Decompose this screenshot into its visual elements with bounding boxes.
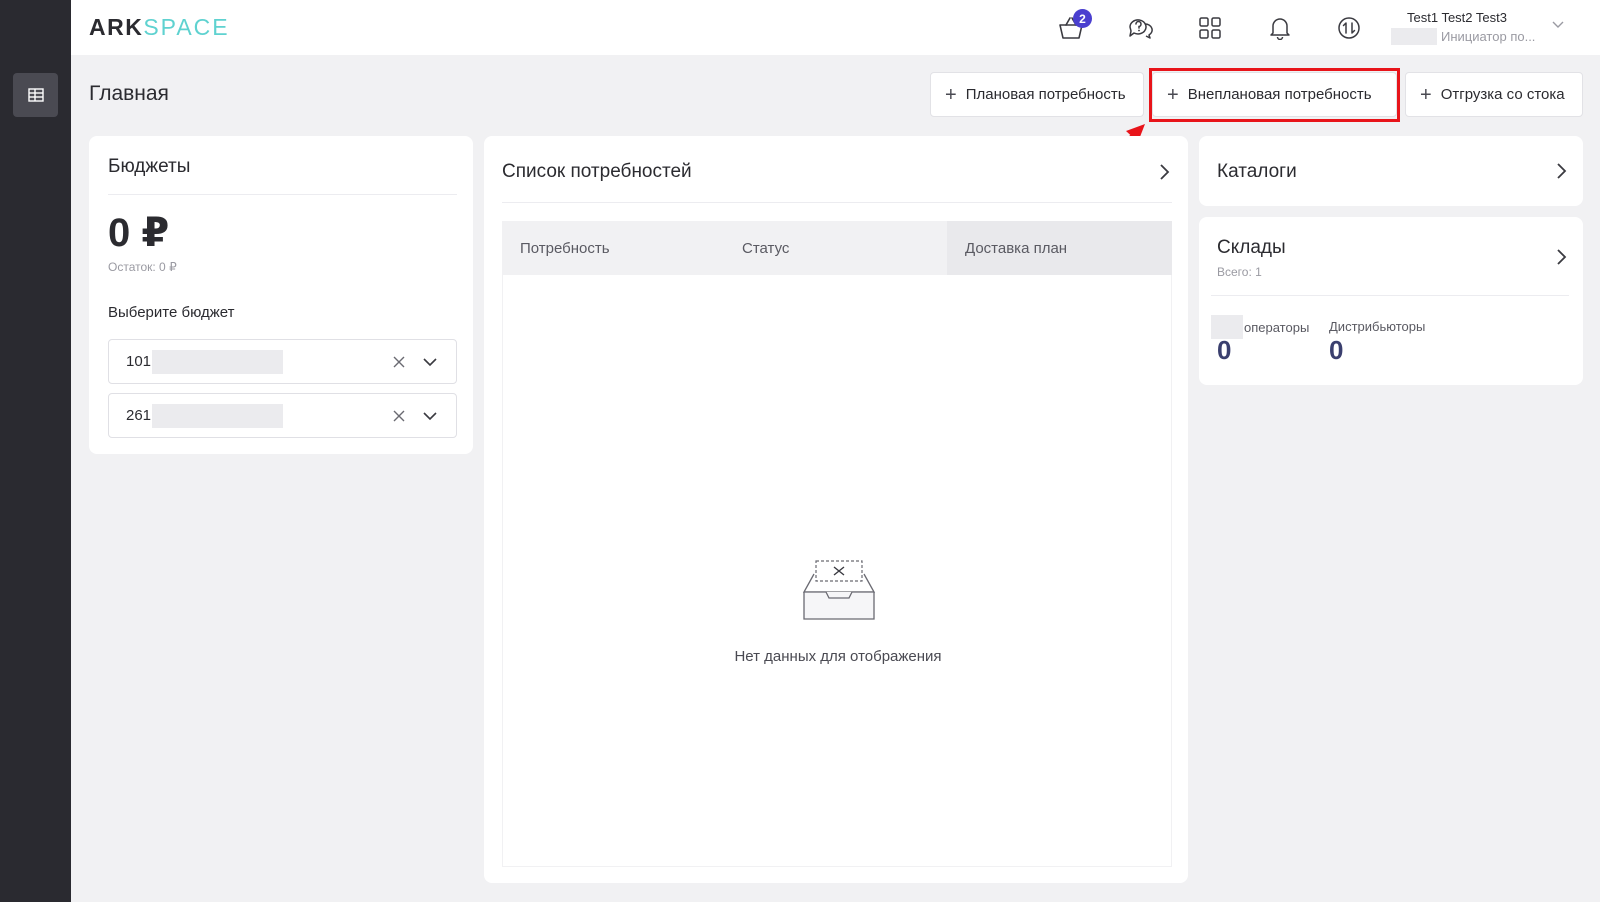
warehouses-total: Всего: 1 [1217,265,1262,279]
page-title: Главная [89,82,169,105]
button-label: Отгрузка со стока [1440,86,1565,103]
add-planned-need-button[interactable]: + Плановая потребность [930,72,1144,117]
user-menu[interactable]: Test1 Test2 Test3 Инициатор по... [1391,10,1561,45]
chat-question-icon [1129,19,1153,39]
logo-text-ark: ARK [89,14,144,40]
warehouses-title: Склады [1217,237,1286,258]
redacted-block [152,349,284,374]
plus-icon: + [1420,83,1432,106]
budget-select-2[interactable]: 261 [108,393,457,438]
stock-shipment-button[interactable]: + Отгрузка со стока [1405,72,1583,117]
catalogs-title: Каталоги [1217,161,1297,182]
empty-state-text: Нет данных для отображения [734,648,942,665]
chevron-right-icon[interactable] [1555,247,1569,267]
divider [502,202,1172,203]
budgets-card: Бюджеты 0 ₽ Остаток: 0 ₽ Выберите бюджет… [89,136,473,454]
stat-label-text: операторы [1244,319,1310,335]
needs-list-card: Список потребностей Потребность Статус Д… [484,136,1188,883]
sidebar-item-dashboard[interactable] [13,73,58,117]
chevron-down-icon[interactable] [1551,20,1565,30]
top-bar: ARKSPACE 2 Test1 Test2 Test3 Инициатор п… [71,0,1600,55]
select-value: 261 [126,407,152,424]
column-header-status[interactable]: Статус [742,221,789,275]
cart-badge: 2 [1073,9,1092,28]
budgets-title: Бюджеты [108,156,191,177]
needs-list-title: Список потребностей [502,161,692,182]
table-icon [27,88,44,102]
chevron-right-icon[interactable] [1555,161,1569,181]
sidebar [0,0,71,902]
user-role: Инициатор по... [1441,29,1536,44]
apps-button[interactable] [1195,13,1225,43]
catalogs-card[interactable]: Каталоги [1199,136,1583,206]
stat-label-distributors: Дистрибьюторы [1329,319,1426,334]
chevron-down-icon[interactable] [421,407,439,425]
notifications-button[interactable] [1265,13,1295,43]
bell-icon [1270,18,1290,40]
table-body: Нет данных для отображения [502,275,1172,867]
budget-select-1[interactable]: 101 [108,339,457,384]
budget-amount: 0 ₽ [108,211,170,255]
cart-button[interactable]: 2 [1056,9,1092,43]
button-label: Плановая потребность [965,86,1126,103]
switch-role-button[interactable] [1334,13,1364,43]
select-value: 101 [126,353,152,370]
budget-rest: Остаток: 0 ₽ [108,260,177,274]
redacted-block [1391,28,1437,45]
warehouses-card[interactable]: Склады Всего: 1 операторы 0 Дистрибьютор… [1199,217,1583,385]
redacted-block [152,403,284,428]
close-icon[interactable] [390,407,408,425]
stat-value-distributors: 0 [1329,335,1344,365]
close-icon[interactable] [390,353,408,371]
select-budget-label: Выберите бюджет [108,304,235,321]
divider [108,194,457,195]
stat-value-operators: 0 [1217,335,1232,365]
user-name: Test1 Test2 Test3 [1407,10,1507,25]
plus-icon: + [945,83,957,106]
logo-text-space: SPACE [143,14,230,40]
support-button[interactable] [1125,13,1155,43]
chevron-down-icon[interactable] [421,353,439,371]
column-header-delivery[interactable]: Доставка план [947,221,1172,275]
empty-inbox-icon [802,560,876,620]
table-header: Потребность Статус Доставка план [502,221,1172,275]
divider [1211,295,1569,296]
exchange-icon [1338,17,1360,39]
highlight-frame [1149,68,1400,122]
grid-icon [1199,17,1221,39]
chevron-right-icon[interactable] [1158,162,1172,182]
app-logo[interactable]: ARKSPACE [89,14,230,41]
column-header-need[interactable]: Потребность [520,221,610,275]
